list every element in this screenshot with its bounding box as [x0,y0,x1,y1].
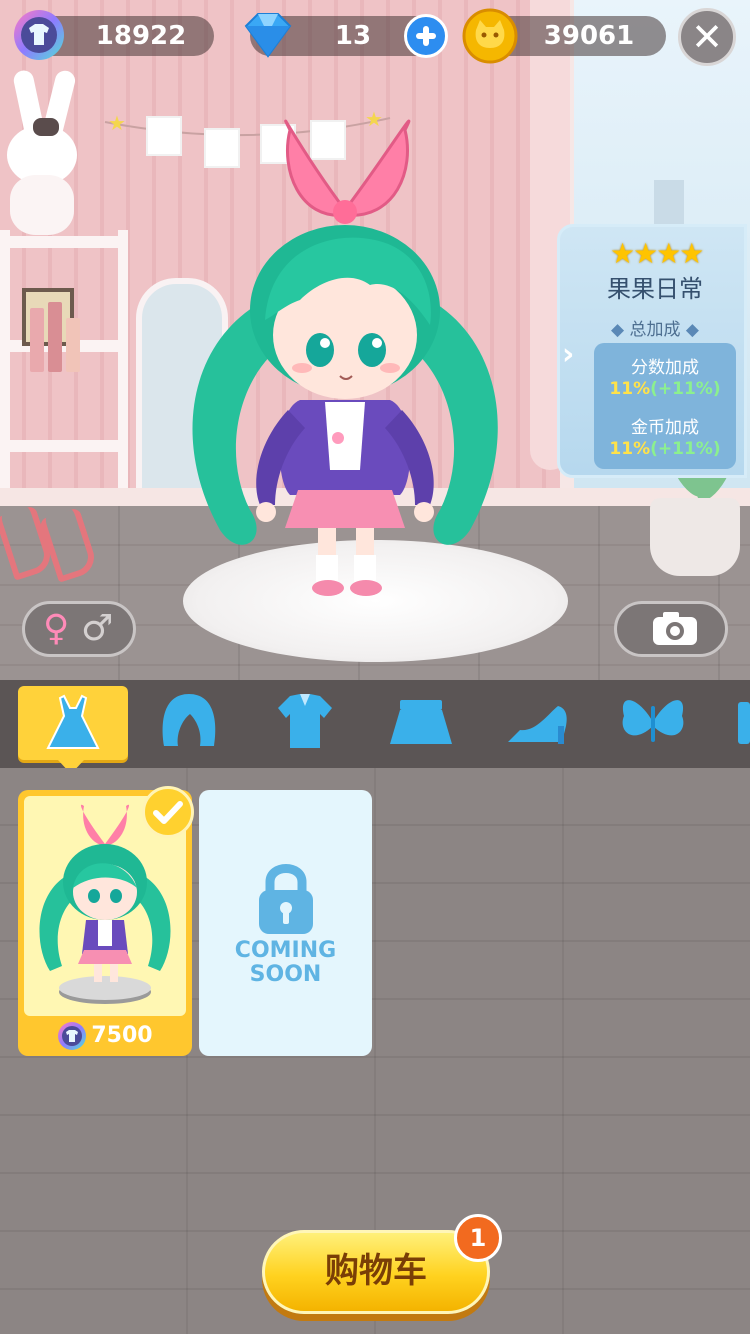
male-symbol-icon: ♂ [81,608,114,649]
shirt-token-icon [14,10,64,60]
outfit-card-coming-soon: COMING SOON [199,790,372,1056]
cart-label: 购物车 [325,1251,427,1291]
shirt-icon [278,694,332,748]
high-heels [0,500,100,583]
skirt-icon [390,700,452,744]
coming-soon-line2: SOON [249,962,322,987]
female-symbol-icon: ♀ [43,608,70,649]
diamond-icon [244,13,292,58]
category-hair-tab[interactable] [134,686,244,760]
shelf [0,230,130,530]
category-skirt-tab[interactable] [366,686,476,760]
chevron-right-icon[interactable]: › [562,337,574,372]
selected-check-badge [142,786,194,838]
category-top-tab[interactable] [250,686,360,760]
add-diamonds-button[interactable] [404,14,448,58]
cart-count-badge: 1 [454,1214,502,1262]
bonus-panel[interactable]: › ★★★★ 果果日常 ◆ 总加成 ◆ 分数加成 11%(+11%) 金币加成 … [557,224,747,478]
category-wings-tab[interactable] [598,686,708,760]
category-more-tab[interactable] [738,702,750,744]
gender-switch-button[interactable]: ♀ ♂ [22,601,136,657]
close-button[interactable]: ✕ [678,8,736,66]
coin-bonus-value: 11%(+11%) [609,439,721,459]
svg-text:★: ★ [108,111,126,135]
outfit-price: 7500 [18,1018,192,1054]
shirt-token-icon [58,1022,87,1050]
cat-coin-icon [462,8,518,64]
camera-icon [653,612,697,645]
score-bonus-value: 11%(+11%) [609,379,721,399]
outfit-name: 果果日常 [607,275,703,303]
star-rating: ★★★★ [610,237,704,270]
checkmark-icon [153,801,183,824]
total-bonus-label: ◆ 总加成 ◆ [611,320,699,340]
camera-button[interactable] [614,601,728,657]
coin-bonus-label: 金币加成 [631,418,699,438]
character-avatar[interactable] [180,110,510,610]
category-bar [0,680,750,768]
diamond-count: 13 [334,21,372,51]
bonus-stats: 分数加成 11%(+11%) 金币加成 11%(+11%) [594,343,736,469]
padlock-icon [259,864,313,934]
butterfly-icon [622,700,684,742]
plus-icon [416,26,436,46]
bunny-plush [5,68,85,235]
shoe-icon [508,706,567,744]
dress-icon [46,694,100,749]
token-count: 18922 [95,21,187,51]
close-icon: ✕ [691,15,723,59]
coin-count: 39061 [543,21,635,51]
score-bonus-label: 分数加成 [631,358,699,378]
coming-soon-line1: COMING [234,938,337,963]
category-dress-tab[interactable] [18,686,128,760]
hair-icon [162,694,216,746]
category-shoes-tab[interactable] [482,686,592,760]
